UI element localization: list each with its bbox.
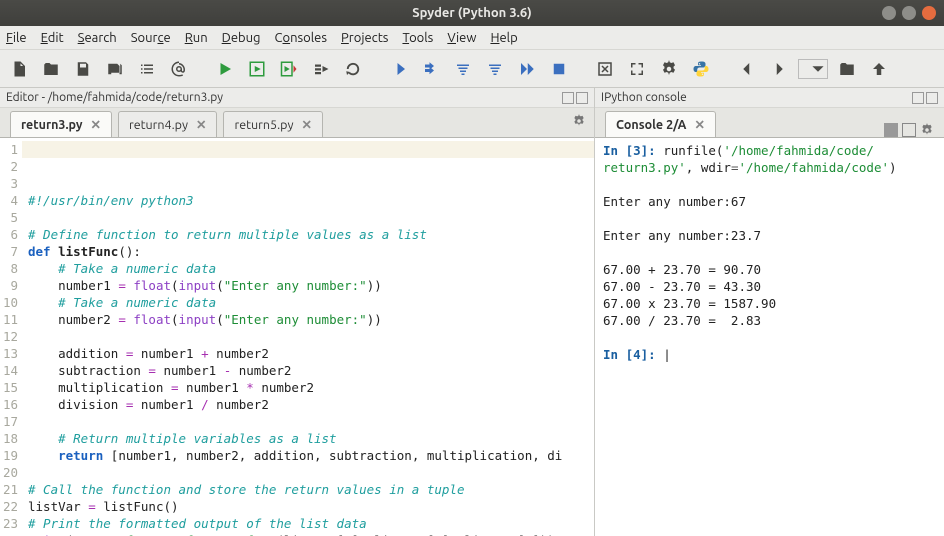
stop-kernel-icon[interactable]	[884, 123, 898, 137]
tab-label: Console 2/A	[616, 118, 686, 132]
menu-projects[interactable]: Projects	[341, 31, 388, 45]
run-cell-advance-icon[interactable]	[276, 56, 302, 82]
menu-run[interactable]: Run	[185, 31, 208, 45]
preferences-icon[interactable]	[656, 56, 682, 82]
pane-undock-icon[interactable]	[912, 92, 924, 104]
open-file-icon[interactable]	[38, 56, 64, 82]
run-cell-icon[interactable]	[244, 56, 270, 82]
code-editor[interactable]: 123456789101112131415161718192021222324 …	[0, 138, 594, 536]
close-tab-icon[interactable]: ✕	[694, 117, 704, 132]
tab-label: return5.py	[234, 118, 293, 132]
rerun-icon[interactable]	[340, 56, 366, 82]
menu-file[interactable]: File	[6, 31, 27, 45]
maximize-button[interactable]	[902, 6, 916, 20]
menu-tools[interactable]: Tools	[402, 31, 433, 45]
menu-view[interactable]: View	[447, 31, 476, 45]
tab-label: return4.py	[129, 118, 188, 132]
parent-dir-icon[interactable]	[866, 56, 892, 82]
back-icon[interactable]	[734, 56, 760, 82]
pane-undock-icon[interactable]	[562, 92, 574, 104]
tab-return5[interactable]: return5.py ✕	[223, 111, 322, 137]
tab-label: return3.py	[21, 118, 83, 132]
minimize-button[interactable]	[882, 6, 896, 20]
cwd-dropdown[interactable]	[798, 59, 828, 79]
close-tab-icon[interactable]: ✕	[91, 117, 101, 132]
code-area[interactable]: #!/usr/bin/env python3# Define function …	[22, 138, 594, 536]
editor-pane: Editor - /home/fahmida/code/return3.py r…	[0, 88, 595, 536]
menu-consoles[interactable]: Consoles	[275, 31, 327, 45]
console-tab-tools	[884, 123, 934, 137]
toolbar	[0, 50, 944, 88]
menu-search[interactable]: Search	[78, 31, 117, 45]
maximize-pane-icon[interactable]	[592, 56, 618, 82]
fullscreen-icon[interactable]	[624, 56, 650, 82]
debug-step-out-icon[interactable]	[482, 56, 508, 82]
new-file-icon[interactable]	[6, 56, 32, 82]
run-icon[interactable]	[212, 56, 238, 82]
console-output[interactable]: In [3]: runfile('/home/fahmida/code/ ret…	[595, 138, 944, 536]
tab-return3[interactable]: return3.py ✕	[10, 111, 112, 137]
close-tab-icon[interactable]: ✕	[301, 117, 311, 132]
close-tab-icon[interactable]: ✕	[196, 117, 206, 132]
debug-stop-icon[interactable]	[546, 56, 572, 82]
debug-step-in-icon[interactable]	[450, 56, 476, 82]
tab-return4[interactable]: return4.py ✕	[118, 111, 217, 137]
restart-kernel-icon[interactable]	[902, 123, 916, 137]
console-tab[interactable]: Console 2/A ✕	[605, 111, 716, 137]
browse-dir-icon[interactable]	[834, 56, 860, 82]
debug-step-over-icon[interactable]	[418, 56, 444, 82]
close-button[interactable]	[922, 6, 936, 20]
console-title-bar: IPython console	[595, 88, 944, 108]
menu-help[interactable]: Help	[490, 31, 517, 45]
pane-close-icon[interactable]	[926, 92, 938, 104]
pane-close-icon[interactable]	[576, 92, 588, 104]
list-icon[interactable]	[134, 56, 160, 82]
at-icon[interactable]	[166, 56, 192, 82]
console-pane: IPython console Console 2/A ✕ In [3]: run…	[595, 88, 944, 536]
debug-continue-icon[interactable]	[514, 56, 540, 82]
menubar: File Edit Search Source Run Debug Consol…	[0, 26, 944, 50]
save-icon[interactable]	[70, 56, 96, 82]
save-all-icon[interactable]	[102, 56, 128, 82]
menu-source[interactable]: Source	[131, 31, 171, 45]
forward-icon[interactable]	[766, 56, 792, 82]
python-path-icon[interactable]	[688, 56, 714, 82]
console-options-icon[interactable]	[920, 123, 934, 137]
debug-step-icon[interactable]	[386, 56, 412, 82]
console-title: IPython console	[601, 91, 687, 104]
editor-tabbar: return3.py ✕ return4.py ✕ return5.py ✕	[0, 108, 594, 138]
current-line-highlight	[22, 141, 594, 158]
line-gutter: 123456789101112131415161718192021222324	[0, 138, 22, 536]
menu-edit[interactable]: Edit	[41, 31, 64, 45]
window-title: Spyder (Python 3.6)	[412, 6, 531, 20]
titlebar: Spyder (Python 3.6)	[0, 0, 944, 26]
run-selection-icon[interactable]	[308, 56, 334, 82]
console-tabbar: Console 2/A ✕	[595, 108, 944, 138]
tab-options-icon[interactable]	[572, 114, 586, 131]
menu-debug[interactable]: Debug	[222, 31, 261, 45]
editor-path: Editor - /home/fahmida/code/return3.py	[6, 91, 223, 104]
window-buttons	[882, 6, 936, 20]
editor-title: Editor - /home/fahmida/code/return3.py	[0, 88, 594, 108]
